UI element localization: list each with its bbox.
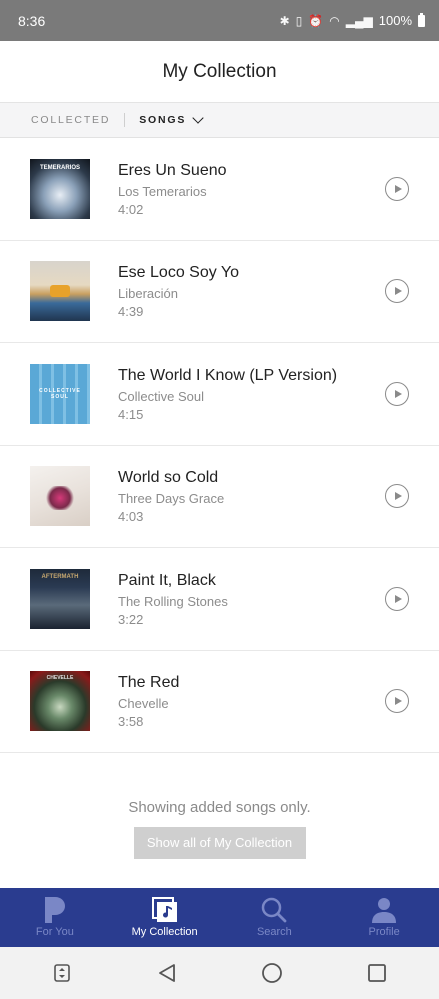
- album-art: COLLECTIVE SOUL: [30, 363, 90, 424]
- home-icon[interactable]: [252, 953, 292, 993]
- album-art: [30, 466, 90, 527]
- status-bar: 8:36 ✱ ▯ ⏰ ◠ ▂▄▆ 100%: [0, 0, 439, 41]
- song-duration: 3:58: [118, 714, 144, 730]
- bluetooth-icon: ✱: [279, 13, 290, 28]
- vibrate-icon: ▯: [295, 13, 303, 28]
- bottom-tab-bar: For You My Collection Search Profile: [0, 888, 439, 947]
- songs-filter-dropdown[interactable]: SONGS: [139, 112, 204, 126]
- battery-percent: 100%: [378, 13, 412, 28]
- song-row[interactable]: Ese Loco Soy Yo Liberación 4:39: [0, 241, 439, 343]
- signal-icon: ▂▄▆: [345, 13, 373, 28]
- tab-for-you[interactable]: For You: [0, 888, 110, 947]
- album-art-text: AFTERMATH: [41, 573, 79, 580]
- search-icon: [261, 897, 287, 923]
- song-row[interactable]: CHEVELLE The Red Chevelle 3:58: [0, 651, 439, 753]
- album-art: [30, 261, 90, 322]
- pandora-p-icon: [44, 897, 65, 923]
- tab-profile[interactable]: Profile: [329, 888, 439, 947]
- filter-notice: Showing added songs only.: [128, 799, 311, 816]
- album-art-text: TEMERARIOS: [39, 164, 80, 171]
- play-button[interactable]: [385, 381, 409, 406]
- song-duration: 4:15: [118, 406, 144, 422]
- tab-label: Search: [256, 926, 292, 938]
- album-art: AFTERMATH: [30, 568, 90, 629]
- album-art: CHEVELLE: [30, 671, 90, 732]
- overview-switch-icon[interactable]: [42, 953, 82, 993]
- alarm-icon: ⏰: [308, 13, 324, 28]
- tab-label: For You: [35, 926, 74, 938]
- song-duration: 4:03: [118, 509, 144, 525]
- song-list: TEMERARIOS Eres Un Sueno Los Temerarios …: [0, 138, 439, 753]
- play-button[interactable]: [385, 176, 409, 201]
- tab-label: My Collection: [131, 926, 198, 938]
- page-header: My Collection: [0, 41, 439, 103]
- tab-label: Profile: [368, 926, 400, 938]
- tab-search[interactable]: Search: [220, 888, 330, 947]
- filter-label: COLLECTED: [31, 114, 111, 126]
- album-art-text: COLLECTIVE SOUL: [39, 387, 81, 400]
- chevron-down-icon: [192, 112, 204, 124]
- play-button[interactable]: [385, 586, 409, 611]
- page-title: My Collection: [162, 60, 277, 82]
- tab-my-collection[interactable]: My Collection: [110, 888, 220, 947]
- album-art: TEMERARIOS: [30, 158, 90, 219]
- my-collection-icon: [151, 897, 178, 923]
- song-row[interactable]: World so Cold Three Days Grace 4:03: [0, 446, 439, 548]
- status-time: 8:36: [18, 12, 46, 29]
- album-art-figure: [44, 486, 76, 511]
- song-duration: 4:39: [118, 304, 144, 320]
- profile-icon: [371, 897, 397, 923]
- wifi-icon: ◠: [329, 13, 340, 28]
- song-row[interactable]: COLLECTIVE SOUL The World I Know (LP Ver…: [0, 343, 439, 446]
- song-duration: 4:02: [118, 201, 144, 217]
- recents-icon[interactable]: [357, 953, 397, 993]
- song-row[interactable]: AFTERMATH Paint It, Black The Rolling St…: [0, 548, 439, 651]
- filter-divider: [124, 113, 126, 127]
- song-row[interactable]: TEMERARIOS Eres Un Sueno Los Temerarios …: [0, 138, 439, 241]
- album-art-logo: [50, 285, 70, 298]
- back-icon[interactable]: [147, 953, 187, 993]
- album-art-text: CHEVELLE: [46, 675, 74, 682]
- battery-icon: [418, 12, 425, 27]
- status-icons: ✱ ▯ ⏰ ◠ ▂▄▆ 100%: [279, 12, 425, 28]
- filter-selected-value: SONGS: [139, 114, 187, 126]
- show-all-button[interactable]: Show all of My Collection: [133, 827, 306, 859]
- system-nav-bar: [0, 947, 439, 999]
- song-duration: 3:22: [118, 611, 144, 627]
- filter-bar: COLLECTED SONGS: [0, 103, 439, 138]
